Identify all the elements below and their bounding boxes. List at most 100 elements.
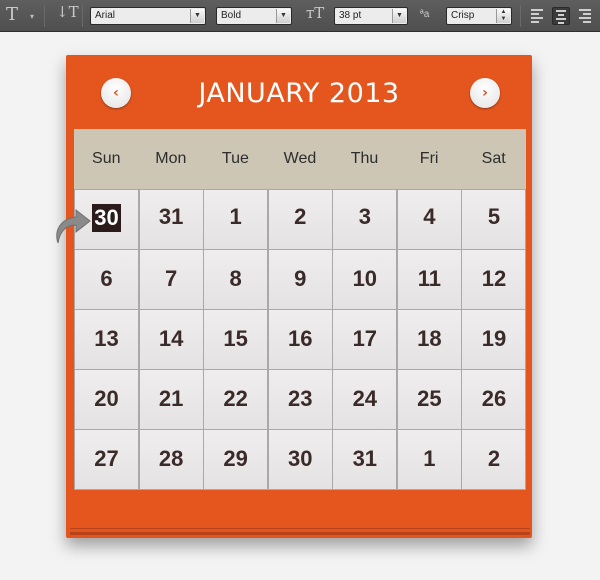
prev-month-button[interactable]: ‹ (101, 78, 131, 108)
day-number: 19 (481, 326, 507, 351)
curved-arrow-icon (56, 208, 91, 244)
day-number: 11 (417, 266, 441, 291)
font-style-select[interactable]: Bold ▼ (216, 7, 292, 25)
day-cell[interactable]: 11 (396, 249, 462, 310)
calendar-widget: ‹ JANUARY 2013 › Sun Mon Tue Wed Thu Fri… (68, 56, 530, 528)
day-cell[interactable]: 26 (461, 369, 527, 430)
day-number: 30 (92, 204, 121, 232)
day-number: 20 (94, 386, 119, 411)
stepper-icon[interactable]: ▲ ▼ (496, 9, 510, 23)
day-number: 24 (352, 386, 378, 411)
day-number: 13 (94, 326, 119, 351)
day-cell[interactable]: 27 (74, 429, 140, 490)
day-number: 4 (423, 204, 436, 229)
day-cell[interactable]: 16 (267, 309, 333, 370)
day-number: 14 (158, 326, 184, 351)
day-number: 30 (287, 446, 313, 471)
day-cell[interactable]: 20 (74, 369, 140, 430)
day-cell[interactable]: 31 (332, 429, 398, 490)
day-cell[interactable]: 8 (203, 249, 269, 310)
day-cell[interactable]: 6 (74, 249, 140, 310)
weekday-label: Tue (221, 150, 249, 167)
day-number: 1 (423, 446, 436, 471)
day-cell[interactable]: 2 (267, 189, 333, 250)
align-right-button[interactable] (576, 7, 594, 25)
font-style-value: Bold (221, 10, 242, 21)
day-number: 8 (229, 266, 242, 291)
day-cell[interactable]: 1 (203, 189, 269, 250)
align-left-button[interactable] (528, 7, 546, 25)
day-cell[interactable]: 14 (138, 309, 204, 370)
day-cell[interactable]: 4 (396, 189, 462, 250)
day-cell[interactable]: 29 (203, 429, 269, 490)
day-cell[interactable]: 28 (138, 429, 204, 490)
font-size-value: 38 pt (339, 10, 362, 21)
antialias-select[interactable]: Crisp ▲ ▼ (446, 7, 512, 25)
day-cell[interactable]: 25 (396, 369, 462, 430)
day-number: 28 (158, 446, 184, 471)
weekday-label: Thu (350, 150, 379, 167)
toolbar-separator (82, 5, 83, 27)
chevron-down-icon[interactable]: ▼ (276, 9, 290, 23)
day-cell[interactable]: 3 (332, 189, 398, 250)
options-toolbar: T ▾ ↓T Arial ▼ Bold ▼ ᴛT 38 pt ▼ ªa Cris… (0, 0, 600, 32)
chevron-down-icon[interactable]: ▼ (190, 9, 204, 23)
day-cell[interactable]: 13 (74, 309, 140, 370)
day-number: 21 (158, 386, 184, 411)
text-orientation-icon[interactable]: ↓T (56, 5, 79, 20)
day-cell[interactable]: 21 (138, 369, 204, 430)
font-family-value: Arial (95, 10, 116, 21)
font-size-icon: ᴛT (306, 4, 325, 22)
day-number: 10 (352, 266, 378, 291)
day-cell[interactable]: 7 (138, 249, 204, 310)
day-cell[interactable]: 5 (461, 189, 527, 250)
day-cell[interactable]: 12 (461, 249, 527, 310)
antialias-value: Crisp (451, 10, 475, 21)
day-cell[interactable]: 10 (332, 249, 398, 310)
day-number: 31 (158, 204, 184, 229)
chevron-down-icon[interactable]: ▼ (392, 9, 406, 23)
day-cell[interactable]: 24 (332, 369, 398, 430)
day-number: 7 (164, 266, 178, 291)
day-number: 16 (287, 326, 313, 351)
day-number: 25 (417, 386, 442, 411)
day-grid: 30 31 1 2 3 4 5 6 7 8 9 10 11 12 13 14 15 16 17 18 19 20 21 22 2… (74, 189, 527, 490)
day-cell[interactable]: 17 (332, 309, 398, 370)
day-number: 18 (417, 326, 442, 351)
toolbar-separator (44, 5, 45, 27)
weekday-header: Sun Mon Tue Wed Thu Fri Sat (74, 129, 526, 189)
day-number: 27 (94, 446, 119, 471)
day-cell[interactable]: 1 (396, 429, 462, 490)
day-number: 6 (100, 266, 113, 291)
day-number: 2 (294, 204, 307, 229)
day-number: 22 (223, 386, 248, 411)
day-number: 9 (294, 266, 307, 291)
day-cell[interactable]: 19 (461, 309, 527, 370)
weekday-label: Wed (283, 150, 317, 167)
weekday-label: Fri (419, 150, 439, 167)
day-number: 3 (358, 204, 371, 229)
weekday-label: Mon (155, 150, 187, 167)
day-cell[interactable]: 18 (396, 309, 462, 370)
day-cell[interactable]: 23 (267, 369, 333, 430)
day-cell[interactable]: 31 (138, 189, 204, 250)
month-title: JANUARY 2013 (198, 78, 400, 109)
day-cell[interactable]: 22 (203, 369, 269, 430)
next-month-button[interactable]: › (470, 78, 500, 108)
day-number: 5 (487, 204, 501, 229)
align-center-button[interactable] (552, 7, 570, 25)
day-number: 29 (223, 446, 248, 471)
day-number: 31 (352, 446, 378, 471)
font-family-select[interactable]: Arial ▼ (90, 7, 206, 25)
day-cell[interactable]: 30 (267, 429, 333, 490)
weekday-label: Sun (92, 150, 121, 167)
tool-preset-arrow-icon[interactable]: ▾ (30, 12, 34, 21)
day-cell[interactable]: 9 (267, 249, 333, 310)
weekday-label: Sat (481, 150, 506, 167)
day-number: 15 (223, 326, 248, 351)
day-cell[interactable]: 15 (203, 309, 269, 370)
font-size-select[interactable]: 38 pt ▼ (334, 7, 408, 25)
day-cell[interactable]: 2 (461, 429, 527, 490)
page-edge (70, 532, 530, 535)
type-tool-icon[interactable]: T (6, 6, 18, 24)
